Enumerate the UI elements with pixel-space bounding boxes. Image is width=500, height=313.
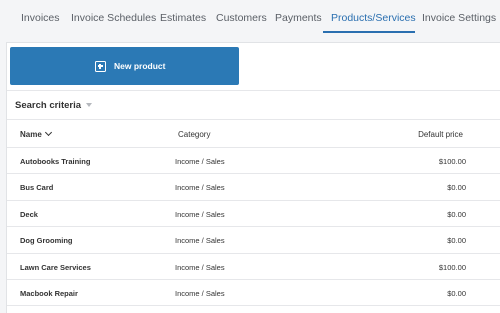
divider — [7, 119, 500, 120]
product-name: Lawn Care Services — [20, 263, 91, 272]
new-product-label: New product — [114, 61, 166, 71]
product-name: Dog Grooming — [20, 236, 73, 245]
search-criteria-toggle[interactable]: Search criteria — [15, 100, 93, 111]
column-header-price: Default price — [418, 130, 463, 139]
table-row[interactable]: Bus Card Income / Sales $0.00 — [7, 173, 500, 199]
tab-invoice-schedules[interactable]: Invoice Schedules — [71, 12, 156, 24]
product-price: $0.00 — [447, 210, 466, 219]
top-tab-bar: Invoices Invoice Schedules Estimates Cus… — [0, 0, 500, 34]
column-header-name-label: Name — [20, 130, 42, 139]
product-category: Income / Sales — [175, 157, 225, 166]
product-category: Income / Sales — [175, 236, 225, 245]
table-row[interactable]: Autobooks Training Income / Sales $100.0… — [7, 147, 500, 173]
products-panel: New product Search criteria Name Categor… — [6, 42, 500, 313]
product-price: $100.00 — [438, 263, 466, 272]
new-product-button[interactable]: New product — [10, 47, 239, 85]
column-header-category: Category — [178, 130, 211, 139]
product-name: Bus Card — [20, 183, 54, 192]
product-category: Income / Sales — [175, 210, 225, 219]
divider — [7, 90, 500, 91]
product-category: Income / Sales — [175, 183, 225, 192]
product-price: $0.00 — [447, 236, 466, 245]
plus-square-icon — [95, 61, 106, 72]
tab-invoice-settings[interactable]: Invoice Settings — [422, 12, 496, 24]
tab-payments[interactable]: Payments — [275, 12, 322, 24]
table-row[interactable]: Lawn Care Services Income / Sales $100.0… — [7, 253, 500, 279]
caret-down-icon — [86, 103, 93, 107]
product-price: $0.00 — [447, 289, 466, 298]
tab-products-services[interactable]: Products/Services — [331, 12, 416, 24]
active-tab-indicator — [323, 31, 415, 33]
table-row[interactable]: Dog Grooming Income / Sales $0.00 — [7, 226, 500, 252]
table-row[interactable]: Macbook Repair Income / Sales $0.00 — [7, 279, 500, 305]
chevron-down-icon — [44, 128, 52, 137]
table-row[interactable]: Deck Income / Sales $0.00 — [7, 200, 500, 226]
product-price: $0.00 — [447, 183, 466, 192]
product-name: Macbook Repair — [20, 289, 78, 298]
divider — [7, 305, 500, 306]
tab-customers[interactable]: Customers — [216, 12, 267, 24]
product-name: Autobooks Training — [20, 157, 91, 166]
search-criteria-label: Search criteria — [15, 100, 82, 111]
tab-estimates[interactable]: Estimates — [160, 12, 206, 24]
tab-invoices[interactable]: Invoices — [21, 12, 60, 24]
product-category: Income / Sales — [175, 289, 225, 298]
column-header-name[interactable]: Name — [20, 128, 52, 139]
product-category: Income / Sales — [175, 263, 225, 272]
product-price: $100.00 — [438, 157, 466, 166]
product-name: Deck — [20, 210, 38, 219]
